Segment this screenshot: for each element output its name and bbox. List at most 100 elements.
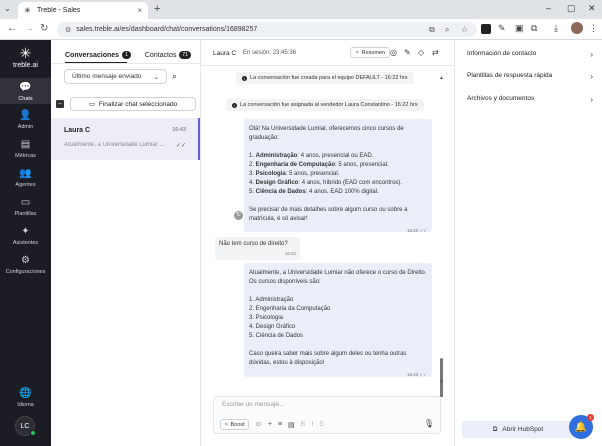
templates-icon: ▭	[20, 197, 31, 208]
nav-item-metricas[interactable]: ▤ Métricas	[0, 139, 51, 159]
puzzle-extensions-icon[interactable]: ⧉	[531, 23, 537, 34]
message-input[interactable]	[222, 401, 422, 408]
search-icon[interactable]: ⌕	[172, 71, 177, 82]
message-text: Olá! Na Universidade Lumiar, oferecemos …	[249, 126, 404, 141]
message-text: 4. Design Gráfico	[249, 324, 296, 330]
sparkle-icon: ✧	[355, 49, 360, 56]
scroll-down-icon[interactable]: ▼	[439, 379, 444, 385]
nav-item-admin[interactable]: 👤 Admin	[0, 110, 51, 130]
quick-replies-link[interactable]: Plantillas de respuesta rápida ›	[467, 72, 593, 81]
brand[interactable]: ✳ treble.ai	[0, 46, 51, 69]
chat-icon: ▭	[88, 101, 95, 108]
message-text: 5. Ciência de Dados	[249, 333, 304, 339]
chevron-down-icon: ⌄	[153, 73, 159, 81]
message-text: 1. Administração: 4 anos, presencial ou …	[249, 153, 374, 159]
window-close-icon[interactable]: ✕	[588, 3, 596, 14]
tab-close-icon[interactable]: ×	[137, 6, 142, 15]
extension2-icon[interactable]: ▣	[515, 23, 524, 34]
back-icon[interactable]: ←	[7, 23, 17, 34]
profile-avatar[interactable]	[571, 22, 583, 34]
message-text: 5. Ciência de Dados: 4 anos, EAD 100% di…	[249, 189, 379, 195]
contact-info-link[interactable]: Información de contacto ›	[467, 50, 593, 59]
sort-select[interactable]: Último mensaje enviado ⌄	[64, 69, 167, 84]
document-icon[interactable]: ▤	[288, 421, 295, 429]
nav-item-agentes[interactable]: 👥 Agentes	[0, 168, 51, 188]
nav-item-chats[interactable]: 💬 Chats	[0, 78, 51, 104]
conversation-list-panel: Conversaciones 1 Contactos 71 Último men…	[51, 40, 201, 446]
open-hubspot-button[interactable]: ⧉ Abrir HubSpot	[462, 421, 574, 438]
nav-label: Agentes	[15, 182, 36, 188]
extension-icon[interactable]	[481, 24, 491, 34]
outgoing-message: Atualmente, a Universidade Lumiar não of…	[244, 263, 432, 377]
scroll-up-icon[interactable]: ▲	[439, 75, 444, 81]
browser-menu-icon[interactable]: ⋮	[589, 23, 598, 34]
resumen-button[interactable]: ✧ Resumen	[350, 47, 391, 58]
open-hubspot-label: Abrir HubSpot	[502, 426, 544, 433]
count-badge: 71	[179, 51, 191, 59]
bookmark-star-icon[interactable]: ☆	[461, 22, 468, 37]
nav-item-idioma[interactable]: 🌐 Idioma	[0, 388, 51, 408]
bold-icon[interactable]: B	[301, 421, 306, 428]
select-all-checkbox[interactable]: –	[56, 100, 64, 108]
edit-pen-icon[interactable]: ✎	[404, 48, 411, 57]
session-timer: En sesión: 23:45:36	[243, 50, 297, 56]
message-text: 2. Engenharia da Computação	[249, 306, 331, 312]
download-icon[interactable]: ⤓	[554, 23, 558, 34]
install-app-icon[interactable]: ⧉	[429, 22, 435, 37]
files-documents-label: Archivos y documentos	[467, 95, 535, 102]
forward-icon[interactable]: →	[24, 23, 34, 34]
maximize-icon[interactable]: ▢	[567, 3, 576, 14]
italic-icon[interactable]: I	[311, 421, 313, 428]
zoom-icon[interactable]: ⌕	[445, 22, 449, 37]
reload-icon[interactable]: ↻	[40, 23, 48, 34]
nav-label: Plantillas	[14, 211, 37, 217]
pen-extension-icon[interactable]: ✎	[498, 23, 506, 34]
url-field[interactable]: ⚙ sales.treble.ai/es/dashboard/chat/conv…	[57, 22, 477, 37]
assistants-icon: ✦	[21, 226, 30, 237]
treble-logo-icon: ✳	[19, 45, 32, 61]
emoji-icon[interactable]: ☺	[255, 421, 262, 428]
conversation-contact-name: Laura C	[64, 127, 91, 134]
resumen-label: Resumen	[361, 49, 386, 56]
plus-icon[interactable]: +	[268, 421, 272, 428]
chevron-right-icon: ›	[590, 72, 593, 81]
finish-selected-button[interactable]: ▭ Finalizar chat seleccionado	[70, 97, 196, 111]
address-bar: ← → ↻ ⚙ sales.treble.ai/es/dashboard/cha…	[0, 19, 602, 40]
quick-reply-icon[interactable]: ≡	[278, 421, 282, 428]
new-tab-icon[interactable]: +	[154, 3, 160, 15]
boost-button[interactable]: ✧ Boost	[220, 419, 249, 430]
chevron-right-icon: ›	[590, 50, 593, 59]
left-navigation: ✳ treble.ai 💬 Chats 👤 Admin ▤ Métricas 👥…	[0, 40, 51, 446]
chat-panel: Laura C En sesión: 23:45:36 ✧ Resumen ◎ …	[201, 40, 454, 446]
strikethrough-icon[interactable]: S	[319, 421, 324, 428]
tag-icon[interactable]: ◇	[418, 48, 424, 57]
conversation-item[interactable]: Laura C 16:43 Atualmente, a Universidade…	[51, 118, 200, 160]
message-text: 2. Engenharia de Computação: 5 anos, pre…	[249, 162, 389, 168]
tab-conversaciones[interactable]: Conversaciones 1	[65, 51, 131, 59]
message-text: Caso queira saber mais sobre algum deles…	[249, 351, 407, 366]
site-info-icon[interactable]: ⚙	[65, 26, 71, 34]
check-circle-icon[interactable]: ◎	[390, 48, 397, 57]
treble-favicon-icon: ✳	[24, 5, 31, 15]
nav-label: Idioma	[17, 402, 34, 408]
details-panel: Información de contacto › Plantillas de …	[454, 40, 602, 446]
files-documents-link[interactable]: Archivos y documentos ›	[467, 95, 593, 104]
chat-scrollbar[interactable]	[440, 105, 443, 397]
tab-contactos[interactable]: Contactos 71	[145, 51, 191, 59]
nav-item-plantillas[interactable]: ▭ Plantillas	[0, 197, 51, 217]
minimize-icon[interactable]: –	[546, 3, 551, 13]
transfer-icon[interactable]: ⇄	[432, 48, 439, 57]
nav-item-configuraciones[interactable]: ⚙ Configuraciones	[0, 255, 51, 275]
tab-label: Conversaciones	[65, 51, 120, 59]
message-time: 16:42	[284, 251, 296, 256]
microphone-icon[interactable]: 🎙	[424, 419, 434, 428]
chat-header: Laura C En sesión: 23:45:36 ✧ Resumen ◎ …	[201, 40, 454, 66]
template-icon: ↻	[234, 211, 243, 220]
browser-tab[interactable]: ✳ Treble - Sales ×	[18, 2, 148, 19]
tab-search-icon[interactable]: ⌄	[4, 4, 11, 13]
message-text: 4. Design Gráfico: 4 anos, híbrido (EAD …	[249, 180, 403, 186]
scrollbar-thumb[interactable]	[440, 358, 443, 397]
boost-label: Boost	[230, 421, 245, 428]
nav-item-asistentes[interactable]: ✦ Asistentes	[0, 226, 51, 246]
bell-icon: 🔔	[574, 421, 588, 433]
